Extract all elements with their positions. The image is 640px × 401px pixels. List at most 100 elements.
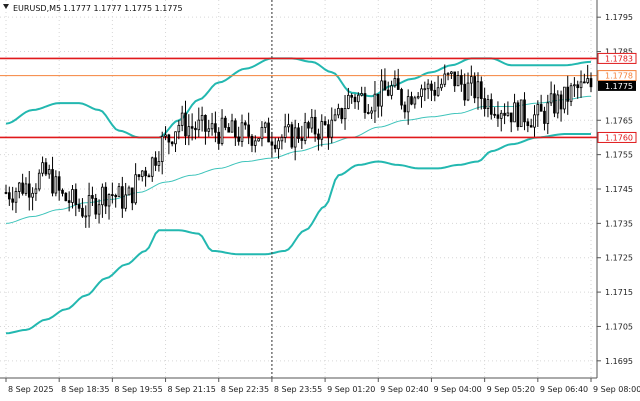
candle-body [333, 114, 337, 121]
price-tick-label: 1.1795 [605, 13, 633, 22]
candle-body [589, 78, 593, 88]
candle-body [323, 121, 327, 126]
candle-body [413, 97, 417, 105]
candle-body [174, 131, 177, 145]
price-chart[interactable]: 1.17951.17851.17651.17551.17451.17351.17… [0, 0, 640, 401]
candle-body [27, 183, 31, 198]
candle-body [529, 125, 533, 128]
symbol-label: EURUSD,M5 [13, 4, 61, 13]
candle-body [207, 128, 211, 132]
candle-body [187, 126, 191, 137]
candle-body [144, 170, 147, 177]
candle-body [21, 182, 24, 194]
candle-body [586, 78, 589, 83]
candle-body [546, 102, 550, 124]
candle-body [177, 124, 181, 133]
candle-body [41, 162, 44, 174]
candle-body [393, 78, 397, 87]
candle-body [573, 84, 576, 87]
time-tick-label: 9 Sep 05:20 [487, 385, 535, 394]
candle-body [396, 78, 400, 90]
candle-body [37, 172, 41, 190]
candle-body [34, 188, 38, 194]
candle-body [57, 176, 61, 191]
candle-body [473, 76, 476, 99]
candle-body [121, 186, 124, 209]
candle-body [423, 88, 427, 91]
time-tick-label: 8 Sep 18:35 [61, 385, 109, 394]
candle-body [67, 200, 71, 203]
candle-body [290, 124, 294, 148]
candle-body [320, 121, 324, 140]
time-tick-label: 8 Sep 21:15 [168, 385, 216, 394]
candle-body [386, 89, 390, 96]
candle-body [270, 141, 274, 146]
candle-body [253, 140, 257, 146]
candle-body [117, 186, 121, 198]
candle-body [353, 96, 357, 103]
time-tick-label: 9 Sep 08:00 [593, 385, 640, 394]
candle-body [483, 98, 486, 109]
candle-body [250, 135, 254, 146]
candle-body [416, 96, 420, 99]
candle-body [111, 194, 114, 196]
candle-body [51, 169, 54, 194]
candle-body [44, 162, 48, 175]
candle-body [337, 108, 340, 116]
price-tick-label: 1.1695 [605, 357, 633, 366]
candle-body [260, 126, 264, 140]
candle-body [240, 122, 244, 142]
candle-body [463, 83, 467, 101]
candle-body [47, 169, 51, 175]
candle-body [509, 112, 513, 123]
candle-body [104, 186, 108, 207]
level-price-label: 1.1783 [605, 54, 633, 63]
candle-body [81, 207, 84, 217]
candle-body [506, 112, 510, 116]
candle-body [267, 122, 270, 143]
candle-body [230, 120, 234, 133]
candle-body [170, 141, 174, 145]
candle-body [94, 197, 98, 215]
candle-body [400, 89, 403, 106]
candle-body [200, 114, 204, 121]
candle-body [124, 194, 127, 209]
candle-body [443, 73, 447, 85]
candle-body [450, 71, 453, 74]
candle-body [493, 113, 496, 116]
candle-body [519, 99, 523, 128]
price-tick-label: 1.1755 [605, 151, 633, 160]
price-tick-label: 1.1725 [605, 254, 633, 263]
candle-body [244, 122, 247, 126]
candle-body [543, 110, 546, 124]
chart-header: EURUSD,M5 1.1777 1.1777 1.1775 1.1775 [3, 4, 183, 13]
candle-body [549, 93, 553, 104]
time-tick-label: 9 Sep 02:40 [380, 385, 428, 394]
level-price-label: 1.1778 [605, 72, 633, 81]
candle-body [426, 83, 430, 90]
candle-body [536, 104, 540, 116]
candle-body [61, 189, 64, 194]
candle-body [466, 82, 470, 101]
candle-body [460, 75, 463, 85]
candle-body [363, 93, 367, 113]
candle-body [91, 195, 94, 199]
candle-body [194, 127, 197, 131]
candle-body [204, 114, 207, 132]
candle-body [277, 140, 280, 150]
candle-body [310, 116, 314, 129]
candle-body [583, 81, 586, 84]
candle-body [456, 75, 460, 87]
price-tick-label: 1.1735 [605, 219, 633, 228]
time-tick-label: 8 Sep 23:55 [274, 385, 322, 394]
candle-body [140, 170, 144, 177]
candle-body [357, 94, 360, 103]
candle-body [263, 122, 267, 128]
level-price-label: 1.1760 [605, 133, 633, 142]
candle-body [553, 93, 556, 114]
candle-body [64, 192, 68, 202]
time-tick-label: 9 Sep 06:40 [540, 385, 588, 394]
price-tick-label: 1.1715 [605, 288, 633, 297]
candle-body [566, 86, 570, 102]
candle-body [330, 119, 334, 138]
